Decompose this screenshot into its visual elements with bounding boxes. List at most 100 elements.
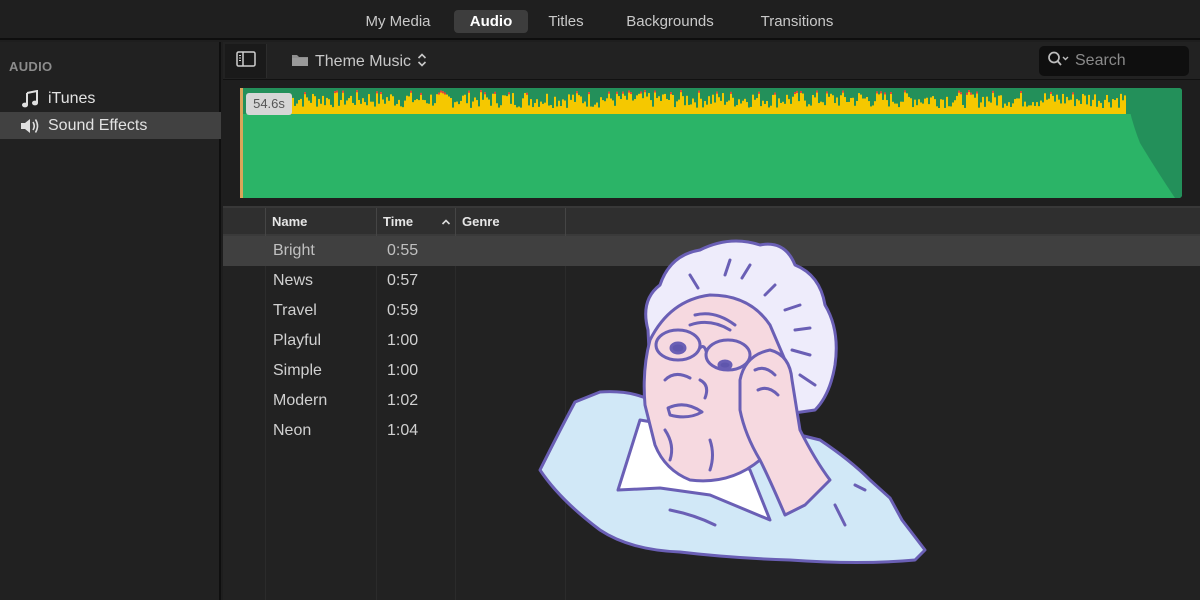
waveform-clip-marker xyxy=(588,92,590,95)
cell-time: 1:00 xyxy=(387,362,419,379)
waveform-peak xyxy=(850,97,852,114)
waveform-peak xyxy=(796,90,798,114)
table-row[interactable]: Bright 0:55 xyxy=(223,236,1200,266)
tab-titles[interactable]: Titles xyxy=(538,10,594,33)
waveform-peak xyxy=(1102,107,1104,114)
waveform-peak xyxy=(950,106,952,114)
tab-my-media[interactable]: My Media xyxy=(352,10,444,33)
waveform-clip-marker xyxy=(576,91,578,94)
waveform-peak xyxy=(1040,100,1042,114)
waveform-clip-marker xyxy=(304,92,306,95)
waveform-peak xyxy=(410,90,412,114)
tab-audio[interactable]: Audio xyxy=(454,10,528,33)
waveform-clip-marker xyxy=(904,90,906,93)
waveform-peak xyxy=(988,101,990,114)
toggle-sidebar-button[interactable] xyxy=(225,44,267,78)
waveform-peak xyxy=(864,98,866,114)
waveform-fade-out xyxy=(1125,88,1182,198)
search-input[interactable] xyxy=(1075,52,1185,70)
folder-popup-button[interactable]: Theme Music xyxy=(291,51,427,73)
waveform-peak xyxy=(906,93,908,114)
audio-waveform[interactable] xyxy=(240,88,1182,198)
waveform-clip-marker xyxy=(960,92,962,95)
waveform-peak xyxy=(576,91,578,114)
waveform-peak xyxy=(1064,103,1066,114)
waveform-clip-marker xyxy=(640,91,642,94)
table-row[interactable]: Travel 0:59 xyxy=(223,296,1200,326)
waveform-peak xyxy=(1020,91,1022,114)
table-row[interactable]: Neon 1:04 xyxy=(223,416,1200,446)
waveform-peak xyxy=(1078,100,1080,114)
table-row[interactable]: Playful 1:00 xyxy=(223,326,1200,356)
waveform-peak xyxy=(292,97,294,114)
waveform-clip-marker xyxy=(356,90,358,93)
waveform-peak xyxy=(456,101,458,114)
waveform-peak xyxy=(408,96,410,114)
waveform-peak xyxy=(836,97,838,114)
waveform-preview[interactable]: 54.6s xyxy=(223,81,1200,205)
waveform-peak xyxy=(1116,98,1118,114)
waveform-peak xyxy=(782,101,784,114)
sidebar-item-itunes[interactable]: iTunes xyxy=(0,85,221,112)
waveform-peak xyxy=(648,93,650,114)
waveform-peak xyxy=(866,97,868,114)
waveform-peak xyxy=(1032,102,1034,114)
table-row[interactable]: Simple 1:00 xyxy=(223,356,1200,386)
waveform-peak xyxy=(844,97,846,114)
waveform-clip-marker xyxy=(794,92,796,95)
waveform-peak xyxy=(1080,103,1082,114)
waveform-peak xyxy=(442,91,444,114)
tab-backgrounds[interactable]: Backgrounds xyxy=(614,10,726,33)
speaker-icon xyxy=(20,112,40,139)
waveform-clip-marker xyxy=(680,90,682,93)
cell-time: 1:00 xyxy=(387,332,419,349)
media-browser-tab-bar: My Media Audio Titles Backgrounds Transi… xyxy=(0,0,1200,40)
column-header-name[interactable]: Name xyxy=(265,208,376,236)
waveform-peak xyxy=(418,100,420,114)
cell-time: 0:59 xyxy=(387,302,419,319)
waveform-peak xyxy=(376,91,378,114)
waveform-peak xyxy=(372,101,374,114)
waveform-peak xyxy=(486,97,488,114)
waveform-peak xyxy=(342,90,344,114)
waveform-peak xyxy=(564,100,566,114)
waveform-peak xyxy=(428,103,430,114)
cell-time: 1:02 xyxy=(387,392,419,409)
waveform-peak xyxy=(700,98,702,114)
waveform-peak xyxy=(558,100,560,114)
waveform-peak xyxy=(686,95,688,114)
column-header-genre[interactable]: Genre xyxy=(455,208,565,236)
waveform-peak xyxy=(566,107,568,114)
waveform-peak xyxy=(1114,100,1116,114)
waveform-clip-marker xyxy=(410,90,412,93)
waveform-peak xyxy=(736,105,738,114)
waveform-peak xyxy=(584,101,586,114)
waveform-peak xyxy=(386,97,388,114)
waveform-peak xyxy=(574,101,576,114)
waveform-peak xyxy=(1016,98,1018,114)
waveform-peak xyxy=(676,101,678,114)
waveform-peak xyxy=(578,95,580,114)
waveform-peak xyxy=(794,92,796,114)
sidebar-item-sound-effects[interactable]: Sound Effects xyxy=(0,112,221,139)
waveform-peak xyxy=(780,102,782,114)
waveform-peak xyxy=(916,105,918,114)
waveform-peak xyxy=(940,99,942,114)
waveform-peak xyxy=(746,102,748,114)
waveform-peak xyxy=(874,101,876,114)
waveform-peak xyxy=(616,91,618,114)
search-field[interactable] xyxy=(1039,46,1189,76)
table-row[interactable]: News 0:57 xyxy=(223,266,1200,296)
tab-transitions[interactable]: Transitions xyxy=(748,10,846,33)
waveform-peak xyxy=(550,105,552,114)
waveform-peak xyxy=(474,97,476,114)
column-header-time[interactable]: Time xyxy=(376,208,455,236)
waveform-peak xyxy=(694,102,696,114)
table-row[interactable]: Modern 1:02 xyxy=(223,386,1200,416)
waveform-peak xyxy=(692,98,694,114)
waveform-peak xyxy=(632,100,634,114)
playhead[interactable] xyxy=(240,88,243,198)
waveform-peak xyxy=(352,102,354,114)
waveform-peak xyxy=(804,100,806,114)
waveform-peak xyxy=(626,99,628,114)
